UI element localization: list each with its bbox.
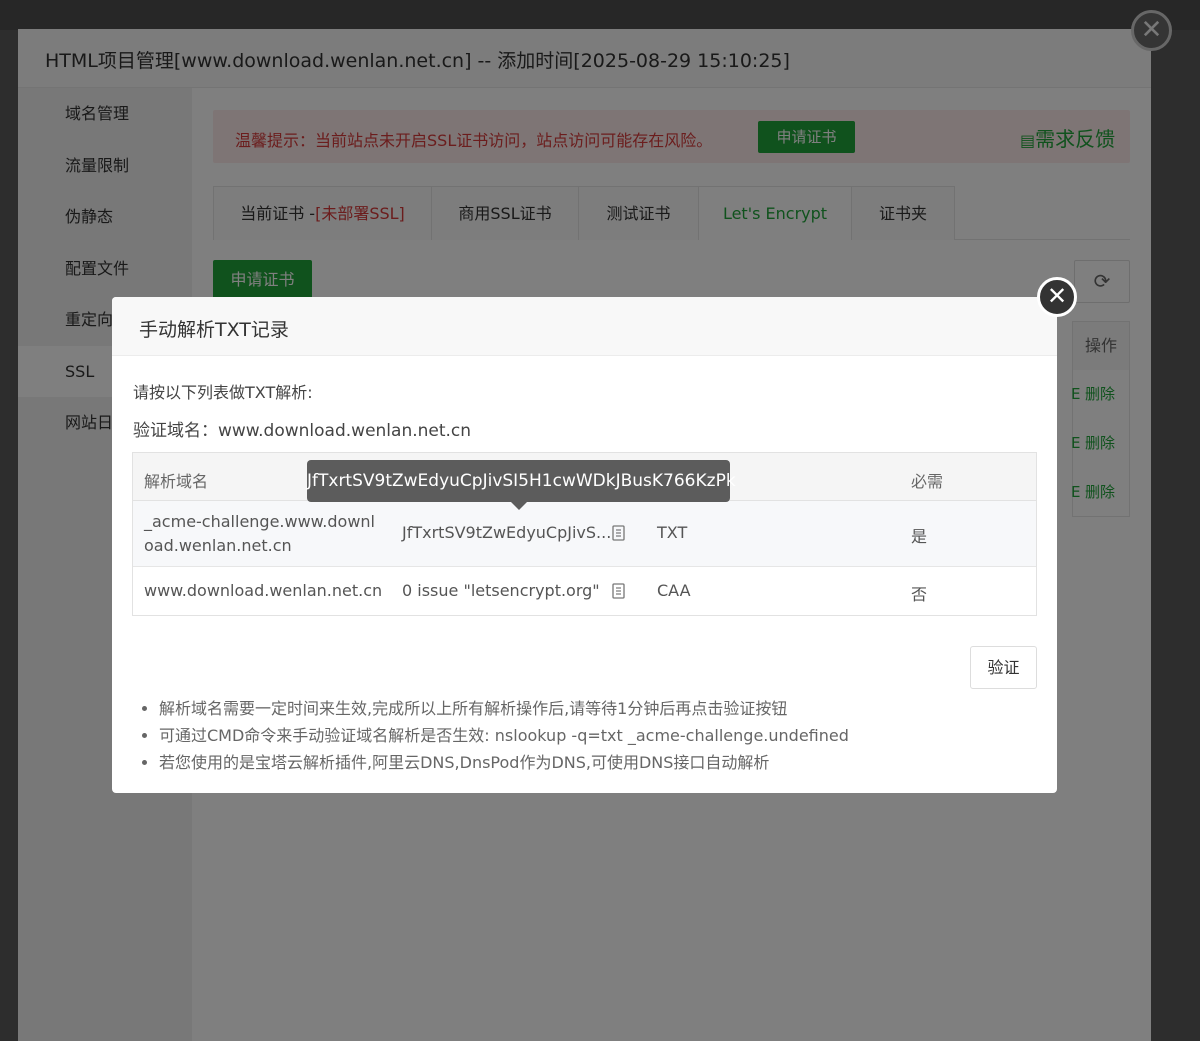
header-host: 解析域名 bbox=[144, 472, 209, 491]
dialog-header: 手动解析TXT记录 bbox=[112, 297, 1057, 356]
dialog-title: 手动解析TXT记录 bbox=[139, 319, 289, 341]
dialog-instruction: 请按以下列表做TXT解析: bbox=[133, 383, 313, 402]
row-host: www.download.wenlan.net.cn bbox=[144, 581, 383, 600]
header-required: 必需 bbox=[911, 472, 944, 491]
row-host: _acme-challenge.www.download.wenlan.net.… bbox=[144, 512, 375, 555]
row-required: 是 bbox=[911, 527, 928, 546]
txt-record-dialog: 手动解析TXT记录 请按以下列表做TXT解析: 验证域名：www.downloa… bbox=[112, 297, 1057, 793]
tooltip-arrow bbox=[511, 502, 527, 510]
list-item: 解析域名需要一定时间来生效,完成所以上所有解析操作后,请等待1分钟后再点击验证按… bbox=[159, 695, 1039, 722]
copy-icon[interactable] bbox=[612, 525, 626, 541]
row-required: 否 bbox=[911, 585, 928, 604]
dialog-notes: 解析域名需要一定时间来生效,完成所以上所有解析操作后,请等待1分钟后再点击验证按… bbox=[159, 695, 1039, 776]
row-type: CAA bbox=[657, 581, 691, 600]
list-item: 若您使用的是宝塔云解析插件,阿里云DNS,DnsPod作为DNS,可使用DNS接… bbox=[159, 749, 1039, 776]
close-icon: ✕ bbox=[1046, 282, 1068, 310]
row-type: TXT bbox=[657, 523, 688, 542]
list-item: 可通过CMD命令来手动验证域名解析是否生效: nslookup -q=txt _… bbox=[159, 722, 1039, 749]
table-row: _acme-challenge.www.download.wenlan.net.… bbox=[133, 501, 1036, 567]
verify-button[interactable]: 验证 bbox=[970, 646, 1037, 689]
table-row: www.download.wenlan.net.cn 0 issue "lets… bbox=[133, 567, 1036, 615]
row-value: 0 issue "letsencrypt.org" bbox=[402, 581, 600, 600]
verify-domain-label: 验证域名： bbox=[133, 421, 218, 441]
verify-domain-line: 验证域名：www.download.wenlan.net.cn bbox=[133, 416, 471, 441]
verify-domain-value: www.download.wenlan.net.cn bbox=[218, 421, 472, 441]
copy-icon[interactable] bbox=[612, 583, 626, 599]
row-value: JfTxrtSV9tZwEdyuCpJivS... bbox=[402, 523, 612, 542]
dialog-close-button[interactable]: ✕ bbox=[1037, 277, 1077, 317]
value-tooltip: JfTxrtSV9tZwEdyuCpJivSI5H1cwWDkJBusK766K… bbox=[307, 460, 736, 502]
